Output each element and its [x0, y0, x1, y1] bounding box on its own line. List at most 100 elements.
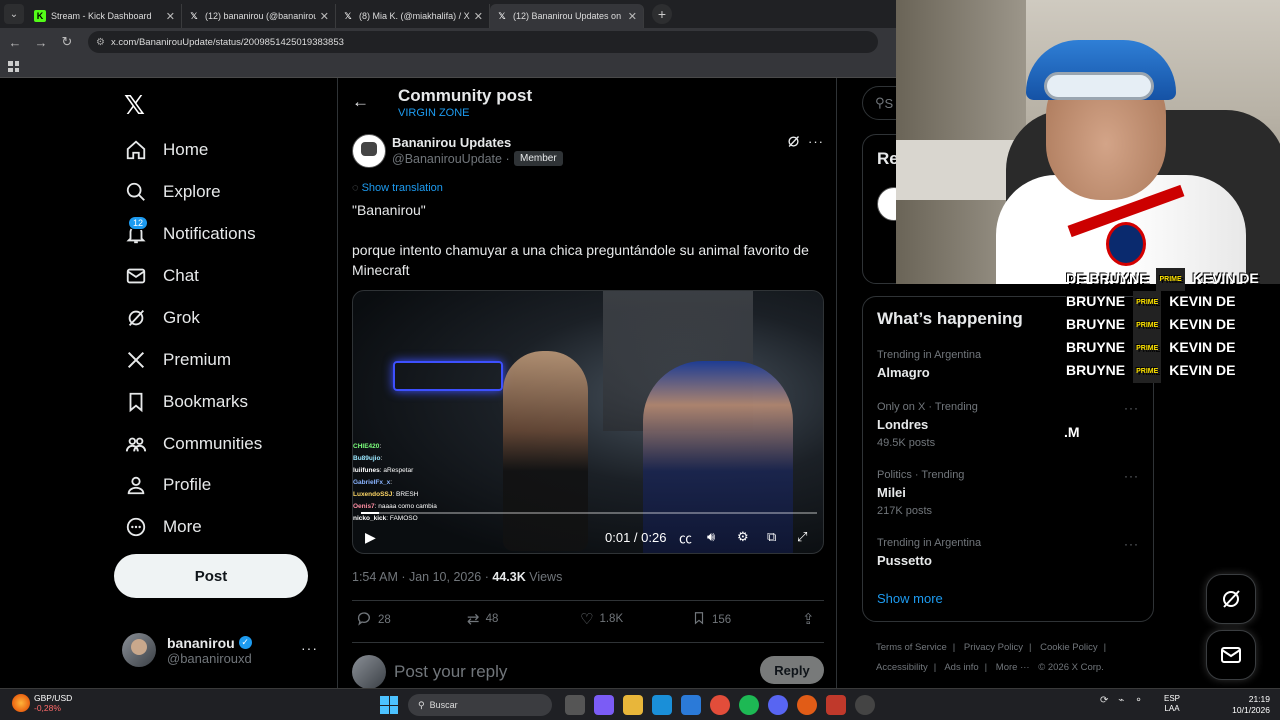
footer-link[interactable]: Privacy Policy — [964, 642, 1023, 653]
captions-icon[interactable]: ㏄ — [679, 528, 692, 547]
bookmark-action[interactable]: 156 — [692, 610, 731, 630]
grok-icon[interactable] — [786, 134, 801, 152]
more-icon[interactable]: ··· — [808, 134, 824, 149]
share-icon: ⇪ — [802, 611, 815, 628]
nav-more[interactable]: More — [124, 509, 202, 545]
footer-link[interactable]: Ads info — [944, 662, 978, 673]
like-action[interactable]: ♡ 1.8K — [580, 610, 623, 628]
account-handle: @bananirouxd — [167, 650, 252, 666]
translation-label: Show translation — [361, 182, 443, 194]
nav-home[interactable]: Home — [124, 132, 208, 168]
browser-tab-kick[interactable]: K Stream - Kick Dashboard ✕ — [28, 4, 182, 28]
store-icon[interactable] — [680, 695, 701, 715]
footer-link[interactable]: Terms of Service — [876, 642, 947, 653]
weather-widget[interactable]: GBP/USD -0,28% — [12, 693, 72, 713]
site-info-icon[interactable]: ⚙ — [96, 37, 105, 48]
app-icon[interactable] — [825, 695, 846, 715]
share-action[interactable]: ⇪ — [802, 610, 821, 628]
nav-grok[interactable]: Grok — [124, 300, 200, 336]
author-name[interactable]: Bananirou Updates — [392, 135, 511, 150]
nav-notifications[interactable]: 12 Notifications — [124, 216, 256, 252]
refresh-icon[interactable]: ⟳ — [1100, 695, 1108, 706]
network-icon[interactable]: ⌁ — [1118, 695, 1124, 706]
taskbar-search[interactable]: ⚲ Buscar — [408, 694, 552, 716]
close-icon[interactable]: ✕ — [166, 10, 175, 23]
author-avatar[interactable] — [352, 134, 386, 168]
reply-button[interactable]: Reply — [760, 656, 824, 684]
nav-communities[interactable]: Communities — [124, 426, 262, 462]
ticker-text: KEVIN DE — [1169, 293, 1236, 310]
pip-icon[interactable]: ⧉ — [767, 529, 776, 545]
close-icon[interactable]: ✕ — [474, 10, 483, 23]
ticker-text: BRUYNE — [1066, 293, 1126, 310]
obs-icon[interactable] — [854, 695, 875, 715]
close-icon[interactable]: ✕ — [628, 10, 637, 23]
nav-profile[interactable]: Profile — [124, 467, 211, 503]
account-switcher[interactable]: bananirou ✓ @bananirouxd ··· — [122, 630, 322, 670]
close-icon[interactable]: ✕ — [320, 10, 329, 23]
back-arrow-icon[interactable]: ← — [352, 92, 369, 112]
show-translation-link[interactable]: ◌ Show translation — [352, 182, 443, 194]
show-more-link[interactable]: Show more — [877, 591, 943, 606]
file-explorer-icon[interactable] — [622, 695, 643, 715]
repost-count: 48 — [485, 613, 499, 625]
new-tab-button[interactable]: + — [652, 4, 672, 24]
settings-icon[interactable]: ⚙ — [737, 529, 749, 545]
post-button[interactable]: Post — [114, 554, 308, 598]
prime-badge: PRIME — [1133, 314, 1162, 337]
messages-fab-button[interactable] — [1206, 630, 1256, 680]
chat-text: : aRespetar — [379, 467, 414, 474]
footer-link[interactable]: Accessibility — [876, 662, 928, 673]
market-icon — [12, 694, 30, 712]
grok-fab-button[interactable] — [1206, 574, 1256, 624]
author-handle[interactable]: @BananirouUpdate · — [392, 152, 510, 166]
tab-search-button[interactable]: ⌄ — [4, 4, 24, 24]
footer-link[interactable]: More ··· — [996, 662, 1030, 673]
reply-action[interactable]: 28 — [356, 610, 391, 630]
more-icon[interactable]: ··· — [1124, 469, 1139, 483]
discord-icon[interactable] — [767, 695, 788, 715]
play-icon[interactable]: ▶ — [365, 529, 376, 546]
video-progress-bar[interactable] — [361, 512, 817, 514]
copilot-icon[interactable] — [593, 695, 614, 715]
video-frame-person — [503, 351, 588, 551]
tab-title: (12) bananirou (@bananirouxd — [205, 11, 316, 21]
trend-item[interactable]: Politics · Trending Milei 217K posts ··· — [877, 469, 1147, 517]
nav-label: Explore — [163, 182, 221, 201]
browser-tab-mia[interactable]: 𝕏 (8) Mia K. (@miakhalifa) / X ✕ — [336, 4, 490, 28]
task-view-icon[interactable] — [564, 695, 585, 715]
bookmark-count: 156 — [712, 614, 732, 626]
nav-premium[interactable]: Premium — [124, 342, 231, 378]
fullscreen-icon[interactable]: ⤢ — [797, 529, 807, 545]
app-icon[interactable] — [796, 695, 817, 715]
reload-icon[interactable]: ↻ — [56, 34, 78, 50]
edge-icon[interactable] — [651, 695, 672, 715]
apps-grid-icon[interactable] — [8, 61, 19, 72]
x-logo-icon[interactable]: 𝕏 — [124, 90, 145, 121]
nav-chat[interactable]: Chat — [124, 258, 199, 294]
community-link[interactable]: VIRGIN ZONE — [398, 107, 470, 119]
repost-action[interactable]: ⇄ 48 — [467, 610, 498, 628]
mic-icon[interactable]: ⚬ — [1134, 695, 1142, 706]
chrome-icon[interactable] — [709, 695, 730, 715]
reply-count: 28 — [378, 614, 391, 626]
more-icon[interactable]: ··· — [1124, 537, 1139, 551]
spotify-icon[interactable] — [738, 695, 759, 715]
trend-item[interactable]: Trending in Argentina Pussetto ··· — [877, 537, 1147, 568]
volume-icon[interactable]: 🔊︎ — [707, 529, 715, 545]
more-icon[interactable]: ··· — [301, 640, 318, 656]
language-indicator[interactable]: ESP LAA — [1164, 694, 1180, 714]
browser-tab-bananirou[interactable]: 𝕏 (12) bananirou (@bananirouxd ✕ — [182, 4, 336, 28]
reply-input[interactable]: Post your reply — [394, 662, 507, 682]
url-field[interactable]: ⚙ x.com/BananirouUpdate/status/200985142… — [88, 31, 878, 53]
browser-tab-updates[interactable]: 𝕏 (12) Bananirou Updates on X: " ✕ — [490, 4, 644, 28]
forward-icon[interactable]: → — [30, 35, 52, 50]
clock[interactable]: 21:19 10/1/2026 — [1226, 694, 1270, 716]
back-icon[interactable]: ← — [4, 35, 26, 50]
nav-bookmarks[interactable]: Bookmarks — [124, 384, 248, 420]
nav-explore[interactable]: Explore — [124, 174, 221, 210]
footer-link[interactable]: Cookie Policy — [1040, 642, 1098, 653]
trend-item[interactable]: Only on X · Trending Londres 49.5K posts… — [877, 401, 1147, 449]
video-player[interactable]: CHIE420: Bu89ujio: luiifunes: aRespetar G… — [352, 290, 824, 554]
windows-start-icon[interactable] — [380, 696, 398, 714]
